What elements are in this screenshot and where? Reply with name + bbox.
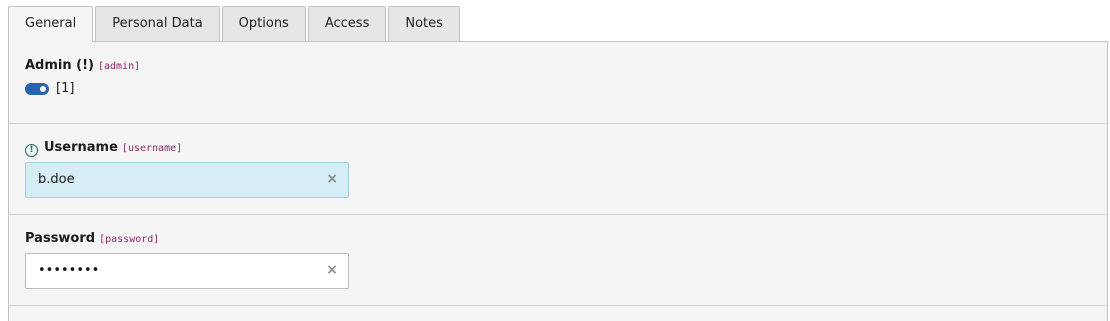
username-input[interactable]: b.doe × bbox=[25, 162, 349, 198]
password-input[interactable]: •••••••• × bbox=[25, 253, 349, 289]
username-fieldname: [username] bbox=[121, 143, 183, 154]
username-label-row: ! Username [username] bbox=[25, 140, 183, 157]
tab-notes[interactable]: Notes bbox=[388, 6, 460, 42]
username-section: ! Username [username] b.doe × bbox=[9, 124, 1107, 215]
admin-section: Admin (!) [admin] [1] bbox=[9, 42, 1107, 124]
username-label: Username bbox=[44, 140, 118, 155]
tab-personal-data[interactable]: Personal Data bbox=[95, 6, 220, 42]
admin-label: Admin (!) bbox=[25, 58, 94, 73]
password-section: Password [password] •••••••• × bbox=[9, 215, 1107, 306]
tab-options[interactable]: Options bbox=[221, 6, 306, 42]
password-label-row: Password [password] bbox=[25, 231, 159, 246]
tab-access[interactable]: Access bbox=[307, 6, 387, 42]
admin-fieldname: [admin] bbox=[97, 61, 141, 72]
clear-icon[interactable]: × bbox=[326, 262, 338, 278]
password-value: •••••••• bbox=[38, 263, 100, 278]
password-fieldname: [password] bbox=[99, 234, 160, 245]
username-value: b.doe bbox=[38, 172, 75, 187]
tab-bar: General Personal Data Options Access Not… bbox=[8, 6, 462, 42]
password-label: Password bbox=[25, 231, 96, 246]
info-icon: ! bbox=[25, 144, 38, 157]
tab-panel-general: Admin (!) [admin] [1] ! Username [userna… bbox=[8, 41, 1108, 321]
admin-label-row: Admin (!) [admin] bbox=[25, 58, 140, 73]
tab-general[interactable]: General bbox=[8, 6, 94, 42]
toggle-knob bbox=[40, 86, 46, 92]
admin-toggle[interactable] bbox=[25, 83, 49, 95]
admin-toggle-value: [1] bbox=[56, 81, 75, 96]
clear-icon[interactable]: × bbox=[326, 171, 338, 187]
